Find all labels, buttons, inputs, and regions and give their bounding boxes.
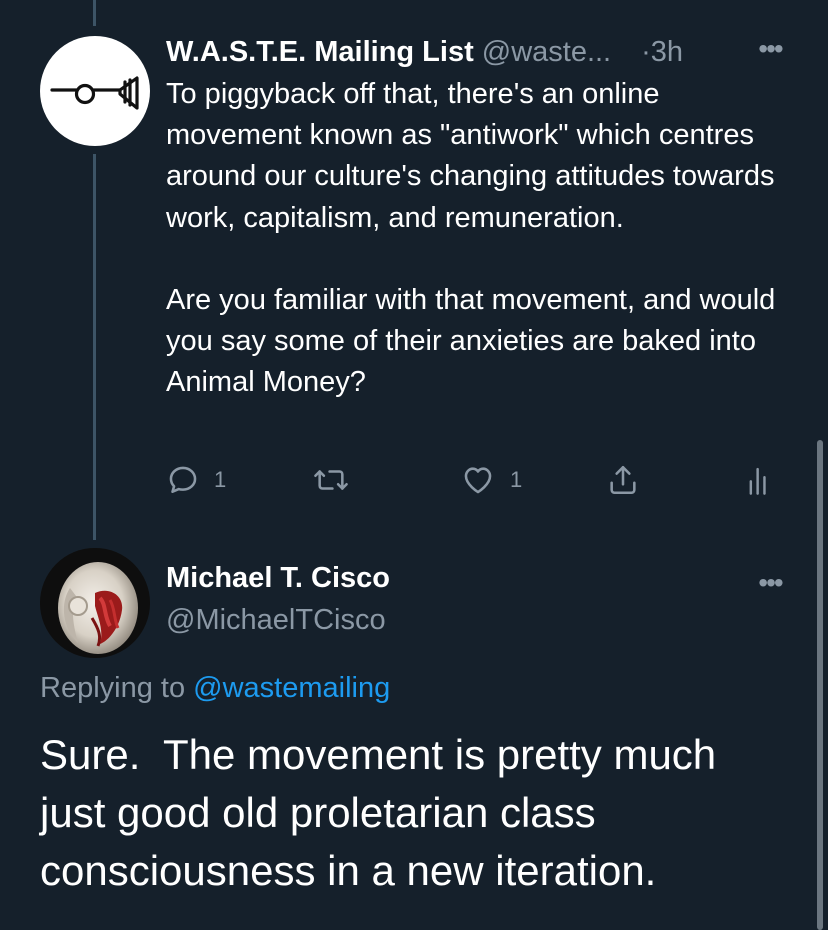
thread-connector-line [93,0,96,26]
analytics-icon [749,467,766,495]
mention-link[interactable]: @wastemailing [193,672,390,704]
more-options-icon[interactable]: ••• [750,566,790,600]
avatar[interactable] [40,548,150,658]
scrollbar[interactable] [817,440,823,930]
tweet-text: To piggyback off that, there's an online… [166,74,776,404]
like-button[interactable]: 1 [460,460,522,500]
retweet-button[interactable] [312,460,364,500]
tweet-action-bar: 1 1 [166,460,786,500]
thread-connector-line [93,154,96,540]
user-handle[interactable]: @MichaelTCisco [166,604,386,637]
analytics-button[interactable] [744,460,774,500]
user-handle[interactable]: @waste... [482,36,611,69]
tweet-text: Sure. The movement is pretty much just g… [40,731,728,894]
tweet-thread-page: W.A.S.T.E. Mailing List @waste... ·3h ••… [0,0,828,930]
reply-count: 1 [214,467,227,492]
tweet-paragraph: To piggyback off that, there's an online… [166,78,775,234]
share-icon [610,465,636,495]
heart-icon [464,467,492,494]
replying-to-label: Replying to [40,672,186,704]
more-options-icon[interactable]: ••• [750,32,790,66]
display-name[interactable]: Michael T. Cisco [166,562,390,595]
profile-photo [40,548,150,658]
avatar[interactable] [40,36,150,146]
waste-muted-post-horn-icon [50,76,139,110]
reply-button[interactable]: 1 [166,460,226,500]
like-count: 1 [510,467,523,492]
share-button[interactable] [606,460,640,500]
replying-to: Replying to @wastemailing [40,672,390,705]
reply-icon [169,466,197,494]
timestamp[interactable]: ·3h [641,36,683,69]
display-name[interactable]: W.A.S.T.E. Mailing List [166,36,474,69]
tweet-header: W.A.S.T.E. Mailing List @waste... ·3h [166,30,788,74]
tweet-paragraph: Are you familiar with that movement, and… [166,284,776,399]
retweet-icon [314,470,348,490]
